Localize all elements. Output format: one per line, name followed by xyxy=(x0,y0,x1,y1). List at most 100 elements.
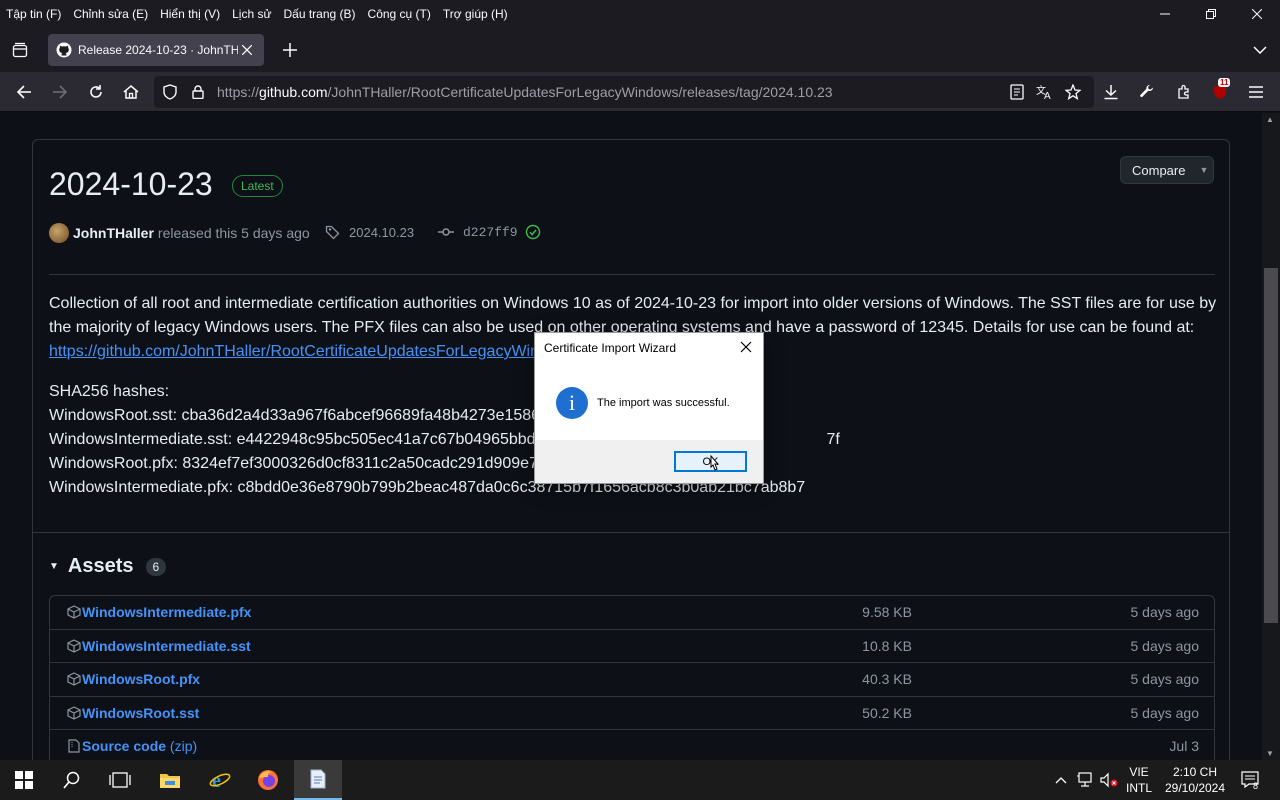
package-icon xyxy=(66,671,82,687)
assets-count: 6 xyxy=(145,557,167,576)
tab-active[interactable]: Release 2024-10-23 · JohnTHaller/ xyxy=(48,34,264,66)
downloads-icon[interactable] xyxy=(1097,78,1125,106)
scroll-down-icon[interactable]: ▼ xyxy=(1266,749,1274,758)
input-language[interactable]: VIE INTL xyxy=(1122,760,1156,800)
dialog-message: The import was successful. xyxy=(597,397,730,409)
search-icon[interactable] xyxy=(48,760,96,800)
table-row: WindowsRoot.pfx 40.3 KB 5 days ago xyxy=(50,663,1214,697)
url-text: https://github.com/JohnTHaller/RootCerti… xyxy=(217,84,833,100)
scroll-up-icon[interactable]: ▲ xyxy=(1266,115,1274,124)
menu-edit[interactable]: Chỉnh sửa (E) xyxy=(67,3,154,25)
author-link[interactable]: JohnTHaller xyxy=(73,225,154,241)
bookmark-star-icon[interactable] xyxy=(1059,78,1087,106)
commit-hash: d227ff9 xyxy=(463,224,518,240)
tracking-protection-shield-icon[interactable] xyxy=(160,82,180,102)
internet-explorer-icon[interactable]: e xyxy=(196,760,244,800)
forward-icon[interactable] xyxy=(46,78,74,106)
source-code-link[interactable]: Source code (zip) xyxy=(82,738,197,754)
ublock-icon[interactable]: 11 xyxy=(1206,78,1234,106)
compare-button[interactable]: Compare ▼ xyxy=(1120,156,1214,184)
url-bar[interactable]: https://github.com/JohnTHaller/RootCerti… xyxy=(154,76,1094,108)
tag-icon xyxy=(325,225,340,240)
release-commit[interactable]: d227ff9 xyxy=(438,224,541,240)
compare-label: Compare xyxy=(1132,162,1186,178)
firefox-icon[interactable] xyxy=(244,760,292,800)
menu-bar: Tập tin (F) Chỉnh sửa (E) Hiển thị (V) L… xyxy=(0,0,1280,28)
table-row: Source code (zip) Jul 3 xyxy=(50,730,1214,760)
translate-icon[interactable]: 文A xyxy=(1031,78,1059,106)
assets-header[interactable]: ▼ Assets 6 xyxy=(49,555,167,578)
github-icon xyxy=(56,42,72,58)
released-text: released this 5 days ago xyxy=(157,225,310,241)
asset-size: 50.2 KB xyxy=(862,704,912,721)
lock-icon[interactable] xyxy=(188,82,208,102)
table-row: WindowsRoot.sst 50.2 KB 5 days ago xyxy=(50,697,1214,730)
menu-bookmarks[interactable]: Dấu trang (B) xyxy=(278,3,362,25)
taskbar: e VIE INTL 2:10 CH 29/10/2024 8 xyxy=(0,760,1280,800)
menu-help[interactable]: Trợ giúp (H) xyxy=(437,3,514,25)
asset-size: 40.3 KB xyxy=(862,671,912,688)
table-row: WindowsIntermediate.sst 10.8 KB 5 days a… xyxy=(50,630,1214,663)
home-icon[interactable] xyxy=(117,78,145,106)
back-icon[interactable] xyxy=(10,78,38,106)
page-scrollbar[interactable]: ▲ ▼ xyxy=(1262,113,1280,760)
asset-date: 5 days ago xyxy=(1130,637,1200,654)
asset-link[interactable]: WindowsRoot.sst xyxy=(82,705,199,721)
asset-size: 9.58 KB xyxy=(862,604,912,621)
reload-icon[interactable] xyxy=(82,78,110,106)
extensions-icon[interactable] xyxy=(1170,78,1198,106)
tab-title: Release 2024-10-23 · JohnTHaller/ xyxy=(78,43,238,57)
menu-tools[interactable]: Công cụ (T) xyxy=(362,3,437,25)
firefox-view-icon[interactable] xyxy=(8,38,32,62)
clock[interactable]: 2:10 CH 29/10/2024 xyxy=(1160,760,1230,800)
minimize-icon[interactable] xyxy=(1142,0,1188,28)
menu-view[interactable]: Hiển thị (V) xyxy=(154,3,226,25)
tray-chevron-up-icon[interactable] xyxy=(1050,760,1072,800)
extension-badge: 11 xyxy=(1218,78,1231,87)
hamburger-menu-icon[interactable] xyxy=(1242,78,1270,106)
reader-view-icon[interactable] xyxy=(1003,78,1031,106)
asset-link[interactable]: WindowsIntermediate.sst xyxy=(82,638,251,654)
assets-label: Assets xyxy=(67,555,134,577)
asset-link[interactable]: WindowsRoot.pfx xyxy=(82,671,200,687)
file-explorer-icon[interactable] xyxy=(146,760,194,800)
release-title: 2024-10-23 xyxy=(49,166,213,202)
volume-muted-icon[interactable] xyxy=(1098,760,1120,800)
mouse-cursor-icon xyxy=(710,455,720,471)
caret-down-icon: ▼ xyxy=(1199,165,1209,175)
close-window-icon[interactable] xyxy=(1234,0,1280,28)
avatar[interactable] xyxy=(49,223,69,243)
clock-time: 2:10 CH xyxy=(1172,765,1218,779)
tab-bar: Release 2024-10-23 · JohnTHaller/ xyxy=(0,28,1280,72)
restore-icon[interactable] xyxy=(1188,0,1234,28)
new-tab-icon[interactable] xyxy=(278,38,302,62)
package-icon xyxy=(66,705,82,721)
notification-count: 8 xyxy=(1253,781,1259,791)
action-center-icon[interactable]: 8 xyxy=(1236,760,1266,800)
asset-date: 5 days ago xyxy=(1130,604,1200,621)
assets-table: WindowsIntermediate.pfx 9.58 KB 5 days a… xyxy=(49,595,1215,760)
file-zip-icon xyxy=(66,738,82,754)
certificate-import-dialog: Certificate Import Wizard i The import w… xyxy=(534,332,764,484)
svg-text:A: A xyxy=(1044,91,1051,100)
wrench-icon[interactable] xyxy=(1133,78,1161,106)
release-meta: JohnTHaller released this 5 days ago xyxy=(49,222,310,244)
start-windows-icon[interactable] xyxy=(0,760,48,800)
lang-secondary: INTL xyxy=(1125,781,1152,795)
asset-size: 10.8 KB xyxy=(862,637,912,654)
tab-close-icon[interactable] xyxy=(238,41,256,59)
commit-icon xyxy=(438,228,454,236)
task-view-icon[interactable] xyxy=(96,760,144,800)
list-all-tabs-icon[interactable] xyxy=(1250,40,1270,60)
menu-history[interactable]: Lịch sử xyxy=(226,3,277,25)
section-divider xyxy=(33,532,1229,533)
dialog-close-icon[interactable] xyxy=(737,338,755,356)
docs-link[interactable]: https://github.com/JohnTHaller/RootCerti… xyxy=(49,343,576,360)
menu-file[interactable]: Tập tin (F) xyxy=(0,3,67,25)
release-tag[interactable]: 2024.10.23 xyxy=(325,224,414,240)
network-icon[interactable] xyxy=(1074,760,1096,800)
scrollbar-thumb[interactable] xyxy=(1264,268,1278,623)
verified-check-icon xyxy=(525,224,540,240)
certificate-file-app-icon[interactable] xyxy=(294,760,342,800)
asset-link[interactable]: WindowsIntermediate.pfx xyxy=(82,604,251,620)
